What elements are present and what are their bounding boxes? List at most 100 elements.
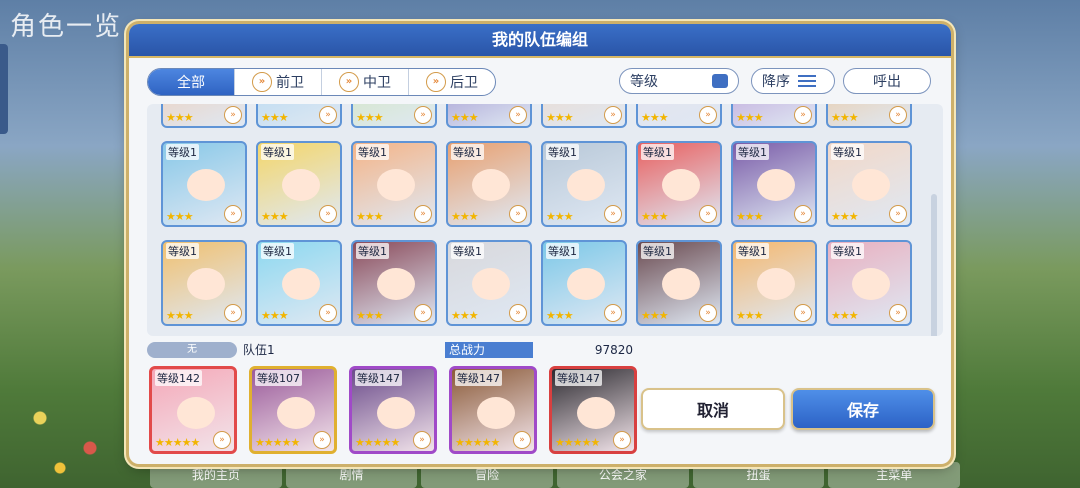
roster-card[interactable]: ★★★ » bbox=[351, 104, 437, 128]
member-level: 等级147 bbox=[455, 370, 502, 386]
character-portrait bbox=[377, 268, 415, 300]
roster-card[interactable]: ★★★ » bbox=[826, 104, 912, 128]
star-rating: ★★★ bbox=[356, 309, 384, 322]
chevron-icon: » bbox=[604, 205, 622, 223]
star-rating: ★★★ bbox=[546, 111, 574, 124]
chevron-icon: » bbox=[319, 304, 337, 322]
tab-front[interactable]: » 前卫 bbox=[234, 69, 321, 95]
chevron-icon: » bbox=[513, 431, 531, 449]
card-level: 等级1 bbox=[831, 144, 864, 160]
roster-card[interactable]: 等级1 ★★★ » bbox=[826, 240, 912, 326]
tab-middle-label: 中卫 bbox=[363, 75, 391, 91]
chevron-icon: » bbox=[794, 205, 812, 223]
character-portrait bbox=[177, 397, 215, 429]
star-rating: ★★★ bbox=[451, 111, 479, 124]
background-title: 角色一览 bbox=[10, 12, 123, 42]
roster-card[interactable]: ★★★ » bbox=[256, 104, 342, 128]
team-member-card[interactable]: 等级107 ★★★★★ » bbox=[249, 366, 337, 454]
card-level: 等级1 bbox=[736, 144, 769, 160]
character-portrait bbox=[577, 397, 615, 429]
roster-scrollbar[interactable] bbox=[931, 194, 937, 336]
nav-gacha: 扭蛋 bbox=[692, 462, 825, 488]
recall-label: 呼出 bbox=[873, 74, 901, 90]
roster-card[interactable]: 等级1 ★★★ » bbox=[351, 240, 437, 326]
team-member-card[interactable]: 等级147 ★★★★★ » bbox=[349, 366, 437, 454]
roster-card[interactable]: ★★★ » bbox=[636, 104, 722, 128]
chevron-icon: » bbox=[414, 205, 432, 223]
roster-card[interactable]: 等级1 ★★★ » bbox=[256, 141, 342, 227]
recall-button[interactable]: 呼出 bbox=[843, 68, 931, 94]
team-member-card[interactable]: 等级147 ★★★★★ » bbox=[549, 366, 637, 454]
roster-card[interactable]: 等级1 ★★★ » bbox=[636, 141, 722, 227]
team-none-badge: 无 bbox=[147, 342, 237, 358]
member-level: 等级147 bbox=[355, 370, 402, 386]
roster-card[interactable]: 等级1 ★★★ » bbox=[351, 141, 437, 227]
character-portrait bbox=[377, 397, 415, 429]
character-portrait bbox=[662, 169, 700, 201]
chevron-icon: » bbox=[339, 72, 359, 92]
sort-order-button[interactable]: 降序 bbox=[751, 68, 835, 94]
character-portrait bbox=[472, 268, 510, 300]
toolbar: 全部 » 前卫 » 中卫 » 后卫 等级 降序 呼出 bbox=[147, 68, 933, 96]
save-button[interactable]: 保存 bbox=[791, 388, 935, 430]
chevron-icon: » bbox=[794, 106, 812, 124]
star-rating: ★★★ bbox=[451, 210, 479, 223]
sort-field-label: 等级 bbox=[630, 74, 658, 90]
roster-card[interactable]: 等级1 ★★★ » bbox=[256, 240, 342, 326]
chevron-icon: » bbox=[604, 304, 622, 322]
character-roster: ★★★» ★★★» ★★★» ★★★» ★★★» ★★★» ★★★» ★★★» 等级1 ★★★» 等… bbox=[147, 104, 943, 336]
member-level: 等级107 bbox=[255, 370, 302, 386]
team-member-card[interactable]: 等级147 ★★★★★ » bbox=[449, 366, 537, 454]
star-rating: ★★★ bbox=[736, 111, 764, 124]
total-power-value: 97820 bbox=[594, 343, 633, 357]
tab-middle[interactable]: » 中卫 bbox=[321, 69, 408, 95]
character-portrait bbox=[282, 268, 320, 300]
character-portrait bbox=[757, 169, 795, 201]
chevron-icon: » bbox=[699, 205, 717, 223]
member-level: 等级142 bbox=[155, 370, 202, 386]
character-portrait bbox=[567, 169, 605, 201]
side-tab bbox=[0, 44, 8, 134]
chevron-icon: » bbox=[224, 304, 242, 322]
cancel-button[interactable]: 取消 bbox=[641, 388, 785, 430]
character-portrait bbox=[277, 397, 315, 429]
sort-order-label: 降序 bbox=[762, 74, 790, 90]
roster-card[interactable]: 等级1 ★★★ » bbox=[541, 141, 627, 227]
character-portrait bbox=[852, 268, 890, 300]
chevron-icon: » bbox=[414, 106, 432, 124]
dialog-title: 我的队伍编组 bbox=[129, 24, 951, 58]
roster-card[interactable]: 等级1 ★★★ » bbox=[446, 141, 532, 227]
chevron-icon: » bbox=[413, 431, 431, 449]
card-level: 等级1 bbox=[261, 144, 294, 160]
star-rating: ★★★ bbox=[356, 111, 384, 124]
roster-card[interactable]: 等级1 ★★★ » bbox=[731, 141, 817, 227]
nav-menu: 主菜单 bbox=[828, 462, 961, 488]
roster-card[interactable]: 等级1 ★★★ » bbox=[161, 240, 247, 326]
star-rating: ★★★★★ bbox=[455, 436, 500, 449]
roster-card[interactable]: 等级1 ★★★ » bbox=[636, 240, 722, 326]
character-portrait bbox=[282, 169, 320, 201]
roster-card[interactable]: 等级1 ★★★ » bbox=[161, 141, 247, 227]
roster-card[interactable]: 等级1 ★★★ » bbox=[446, 240, 532, 326]
star-rating: ★★★ bbox=[261, 210, 289, 223]
star-rating: ★★★ bbox=[641, 210, 669, 223]
tab-all-label: 全部 bbox=[177, 75, 205, 91]
roster-card[interactable]: 等级1 ★★★ » bbox=[826, 141, 912, 227]
roster-card[interactable]: ★★★ » bbox=[161, 104, 247, 128]
roster-card[interactable]: ★★★ » bbox=[541, 104, 627, 128]
roster-card[interactable]: 等级1 ★★★ » bbox=[731, 240, 817, 326]
chevron-icon: » bbox=[319, 106, 337, 124]
roster-card[interactable]: ★★★ » bbox=[731, 104, 817, 128]
tab-all[interactable]: 全部 bbox=[148, 69, 234, 95]
team-member-card[interactable]: 等级142 ★★★★★ » bbox=[149, 366, 237, 454]
card-level: 等级1 bbox=[546, 243, 579, 259]
roster-card[interactable]: ★★★ » bbox=[446, 104, 532, 128]
chevron-icon: » bbox=[509, 304, 527, 322]
card-level: 等级1 bbox=[451, 144, 484, 160]
sort-field-button[interactable]: 等级 bbox=[619, 68, 739, 94]
roster-card[interactable]: 等级1 ★★★ » bbox=[541, 240, 627, 326]
nav-story: 剧情 bbox=[285, 462, 418, 488]
tab-back[interactable]: » 后卫 bbox=[408, 69, 495, 95]
sort-field-icon bbox=[712, 74, 728, 88]
character-portrait bbox=[477, 397, 515, 429]
